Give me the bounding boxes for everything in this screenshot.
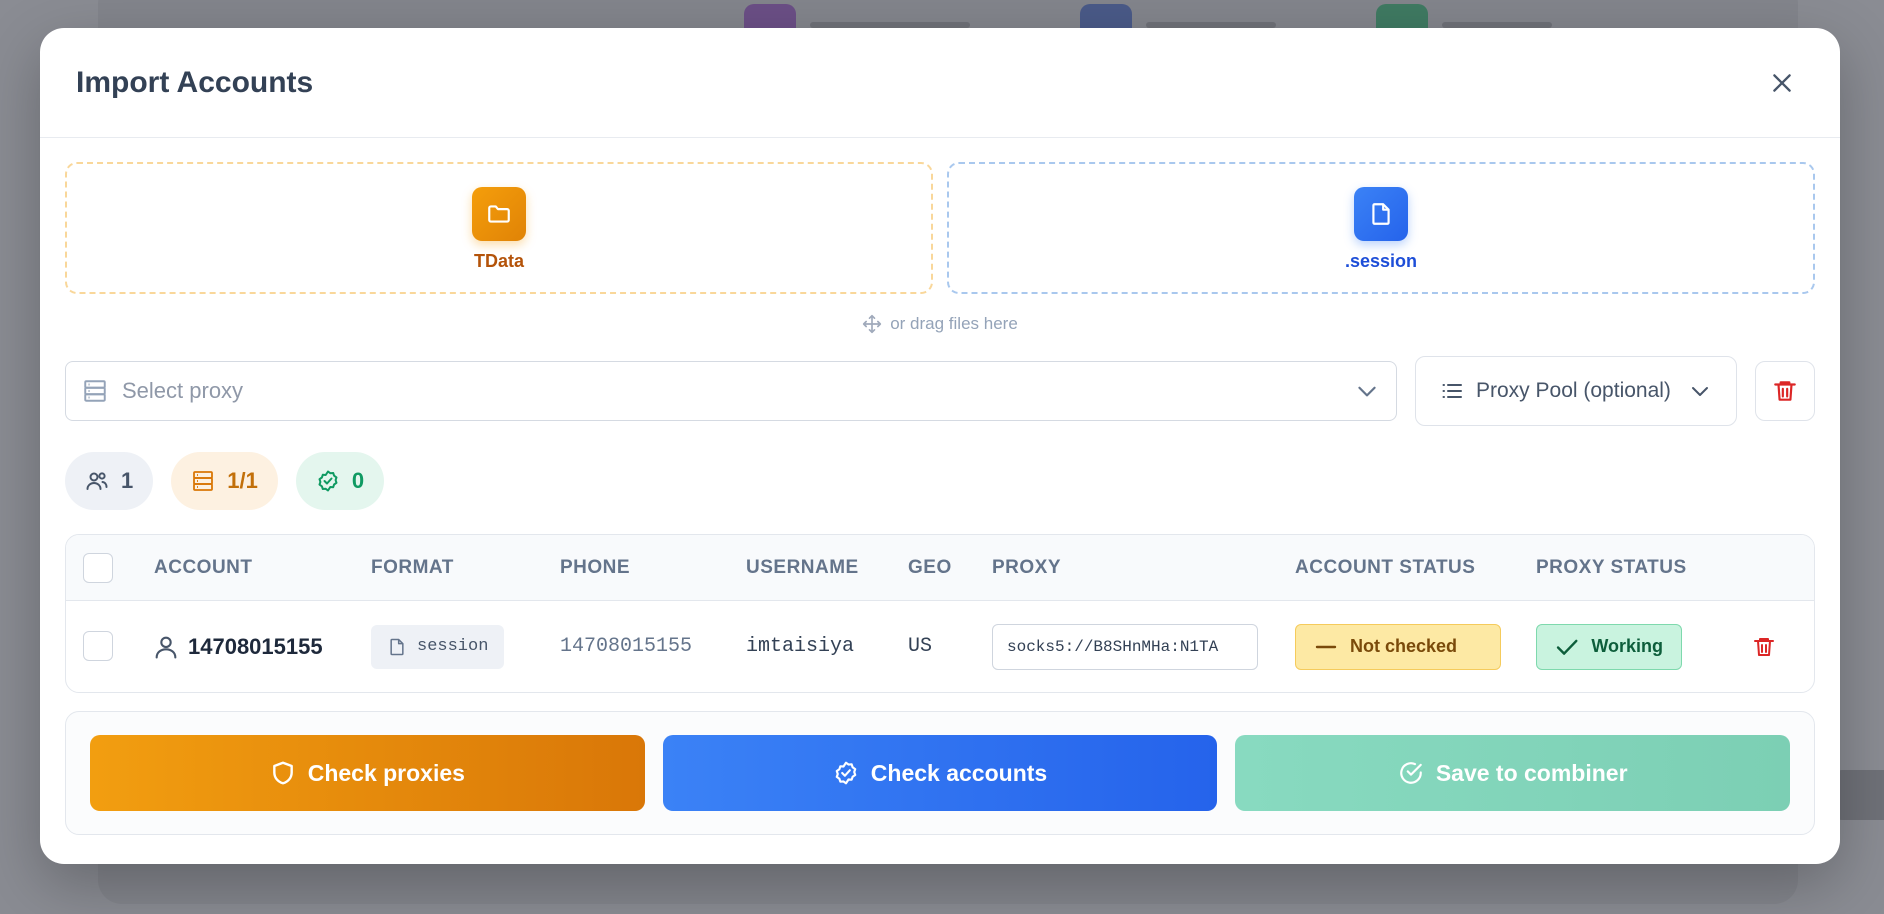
close-button[interactable] [1760, 61, 1804, 105]
save-to-combiner-label: Save to combiner [1435, 759, 1628, 786]
format-value: session [417, 637, 489, 656]
proxy-status-cell: Working [1536, 601, 1682, 692]
import-accounts-modal: Import Accounts TData .session or drag f… [40, 28, 1840, 864]
valid-count-badge: 0 [295, 452, 385, 510]
format-cell: session [371, 601, 505, 692]
file-icon [390, 638, 404, 655]
file-icon [1354, 186, 1408, 241]
session-drop-zone[interactable]: .session [947, 162, 1815, 294]
delete-row-button[interactable] [1752, 601, 1776, 692]
accounts-count-badge: 1 [65, 452, 154, 510]
proxy-pool-select[interactable]: Proxy Pool (optional) [1415, 356, 1737, 426]
proxy-status-badge: Working [1536, 623, 1682, 670]
close-icon [1773, 73, 1791, 92]
accounts-table: ACCOUNT FORMAT PHONE USERNAME GEO PROXY … [65, 534, 1815, 693]
shield-icon [272, 761, 293, 785]
column-header-phone: PHONE [560, 556, 631, 578]
users-icon [86, 472, 108, 490]
proxies-count: 1/1 [227, 468, 258, 493]
proxy-select-placeholder: Select proxy [122, 378, 244, 403]
check-accounts-button[interactable]: Check accounts [662, 735, 1218, 811]
column-header-account: ACCOUNT [154, 556, 253, 578]
accounts-count: 1 [121, 468, 134, 493]
proxy-controls: Select proxy Proxy Pool (optional) [40, 356, 1840, 426]
server-icon [84, 380, 106, 402]
check-accounts-label: Check accounts [870, 759, 1048, 786]
drag-hint-text: or drag files here [890, 314, 1018, 333]
table-header: ACCOUNT FORMAT PHONE USERNAME GEO PROXY … [66, 535, 1814, 601]
check-circle-icon [1399, 762, 1422, 784]
proxy-select[interactable]: Select proxy [65, 361, 1397, 421]
select-all-checkbox[interactable] [83, 553, 113, 583]
server-icon [193, 471, 214, 491]
proxy-cell [992, 601, 1258, 692]
proxies-count-badge: 1/1 [171, 452, 278, 510]
column-header-proxy: PROXY [992, 556, 1062, 578]
chevron-down-icon [1692, 387, 1708, 396]
tdata-label: TData [473, 250, 524, 271]
drag-hint: or drag files here [40, 314, 1840, 334]
account-cell: 14708015155 [152, 601, 323, 692]
row-checkbox[interactable] [83, 631, 113, 661]
action-bar: Check proxies Check accounts Save to com… [65, 711, 1815, 835]
check-icon [1556, 639, 1578, 655]
account-status-badge: Not checked [1295, 623, 1501, 670]
column-header-geo: GEO [908, 556, 952, 578]
username-cell: imtaisiya [746, 635, 855, 658]
column-header-format: FORMAT [371, 556, 454, 578]
save-to-combiner-button[interactable]: Save to combiner [1235, 735, 1791, 811]
format-badge: session [371, 624, 505, 669]
check-proxies-button[interactable]: Check proxies [90, 735, 645, 811]
column-header-proxy-status: PROXY STATUS [1536, 556, 1687, 578]
tdata-drop-zone[interactable]: TData [65, 162, 933, 294]
account-status-text: Not checked [1350, 636, 1458, 656]
badge-check-icon [835, 761, 857, 785]
geo-cell: US [908, 635, 933, 658]
modal-title: Import Accounts [76, 65, 314, 99]
proxy-pool-label: Proxy Pool (optional) [1476, 379, 1671, 402]
clear-proxies-button[interactable] [1755, 361, 1815, 421]
minus-icon [1315, 645, 1337, 648]
modal-header: Import Accounts [40, 28, 1840, 138]
badge-check-icon [318, 470, 338, 492]
move-icon [863, 314, 882, 334]
valid-count: 0 [351, 468, 365, 493]
proxy-input[interactable] [992, 623, 1258, 670]
user-icon [155, 636, 177, 659]
column-header-username: USERNAME [746, 556, 859, 578]
trash-icon [1774, 381, 1796, 401]
list-icon [1442, 384, 1462, 398]
folder-icon [472, 186, 526, 241]
chevron-down-icon [1358, 386, 1376, 397]
column-header-account-status: ACCOUNT STATUS [1295, 556, 1476, 578]
stats-row: 1 1/1 0 [40, 452, 1840, 510]
check-proxies-label: Check proxies [307, 759, 465, 786]
trash-icon [1754, 637, 1774, 656]
phone-cell: 14708015155 [560, 635, 693, 658]
drop-zones: TData .session [40, 138, 1840, 294]
account-status-cell: Not checked [1295, 601, 1501, 692]
account-name: 14708015155 [188, 633, 323, 659]
proxy-status-text: Working [1591, 636, 1663, 656]
table-row: 14708015155 session 14708015155 imtaisiy… [66, 601, 1814, 692]
background-side-tab [1834, 770, 1884, 820]
session-label: .session [1344, 250, 1418, 271]
